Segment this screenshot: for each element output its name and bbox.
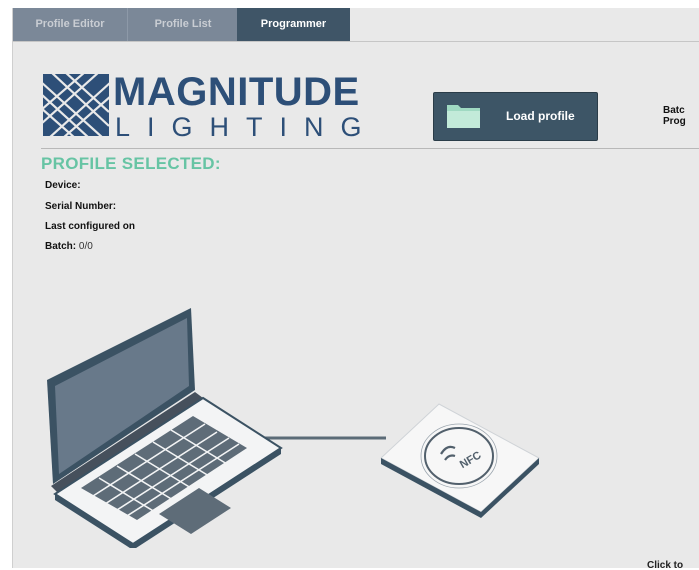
logo-text-magnitude: MAGNITUDE — [113, 70, 360, 114]
device-label: Device: — [45, 180, 81, 191]
folder-icon — [446, 102, 482, 135]
serial-number-label: Serial Number: — [45, 201, 117, 212]
profile-selected-title: PROFILE SELECTED: — [41, 154, 221, 173]
tab-profile-editor[interactable]: Profile Editor — [13, 8, 127, 41]
laptop-nfc-illustration: NFC — [47, 308, 540, 548]
logo-text-lighting: LIGHTING — [115, 112, 379, 142]
tab-programmer[interactable]: Programmer — [237, 8, 350, 41]
logo-mark-icon — [43, 74, 109, 136]
batch-value: 0/0 — [78, 241, 93, 252]
app-frame: Profile Editor Profile List Programmer M… — [12, 8, 699, 568]
last-configured-label: Last configured on — [45, 221, 135, 232]
load-profile-button[interactable]: Load profile — [433, 92, 598, 141]
click-to-hint[interactable]: Click to — [647, 560, 683, 568]
tab-profile-list[interactable]: Profile List — [127, 8, 238, 41]
device-row: Device: — [45, 180, 81, 191]
header-divider — [41, 148, 699, 149]
load-profile-label: Load profile — [506, 109, 575, 123]
laptop-icon — [47, 308, 283, 548]
last-configured-row: Last configured on — [45, 221, 135, 232]
batch-row: Batch: 0/0 — [45, 241, 93, 252]
serial-row: Serial Number: — [45, 201, 116, 212]
batch-label: Batch: — [45, 241, 77, 252]
tab-bar: Profile Editor Profile List Programmer — [13, 8, 699, 42]
batch-label-cut: Batc Prog — [663, 105, 686, 127]
nfc-reader-icon: NFC — [380, 403, 540, 518]
